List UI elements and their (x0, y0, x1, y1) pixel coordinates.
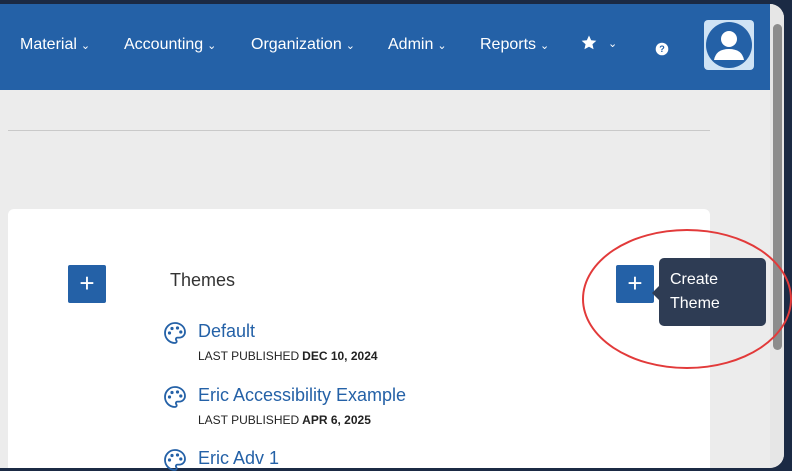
vertical-scrollbar[interactable] (770, 4, 784, 468)
nav-menu-reports[interactable]: Reports ⌄ (480, 36, 549, 54)
palette-icon (164, 449, 186, 471)
chevron-down-icon: ⌄ (345, 39, 355, 52)
annotation-highlight-circle (582, 229, 792, 369)
help-icon: ? (655, 42, 669, 56)
plus-icon: + (79, 268, 95, 298)
chevron-down-icon: ⌄ (608, 37, 618, 50)
theme-link[interactable]: Eric Adv 1 (198, 448, 279, 469)
chevron-down-icon: ⌄ (80, 39, 91, 52)
chevron-down-icon: ⌄ (437, 39, 447, 52)
nav-menu-material[interactable]: Material ⌄ (20, 36, 90, 54)
palette-icon (164, 386, 186, 408)
published-label: LAST PUBLISHED (198, 349, 300, 363)
nav-menu-organization[interactable]: Organization ⌄ (251, 36, 355, 54)
nav-label: Accounting (124, 36, 204, 53)
nav-label: Reports (480, 36, 537, 53)
nav-label: Material (20, 36, 77, 53)
chevron-down-icon: ⌄ (207, 39, 217, 52)
chevron-down-icon: ⌄ (540, 39, 550, 52)
theme-link[interactable]: Eric Accessibility Example (198, 385, 406, 406)
star-icon (581, 35, 597, 50)
theme-publish-info: LAST PUBLISHED APR 6, 2025 (198, 413, 371, 427)
nav-label: Organization (251, 36, 342, 53)
nav-menu-favorites[interactable]: ⌄ (580, 34, 617, 52)
svg-text:?: ? (659, 44, 665, 54)
themes-heading: Themes (170, 270, 236, 290)
theme-link[interactable]: Default (198, 321, 255, 342)
add-button[interactable]: + (68, 265, 106, 303)
nav-menu-accounting[interactable]: Accounting ⌄ (124, 36, 216, 54)
published-date: APR 6, 2025 (302, 413, 371, 427)
header-divider (8, 130, 710, 131)
top-navbar: Material ⌄ Accounting ⌄ Organization ⌄ A… (0, 4, 770, 90)
nav-menu-admin[interactable]: Admin ⌄ (388, 36, 447, 54)
nav-label: Admin (388, 36, 434, 53)
help-button[interactable]: ? (655, 42, 669, 56)
user-avatar-icon (706, 22, 752, 68)
published-date: DEC 10, 2024 (302, 349, 378, 363)
user-avatar-button[interactable] (704, 20, 754, 70)
published-label: LAST PUBLISHED (198, 413, 300, 427)
theme-publish-info: LAST PUBLISHED DEC 10, 2024 (198, 349, 378, 363)
palette-icon (164, 322, 186, 344)
